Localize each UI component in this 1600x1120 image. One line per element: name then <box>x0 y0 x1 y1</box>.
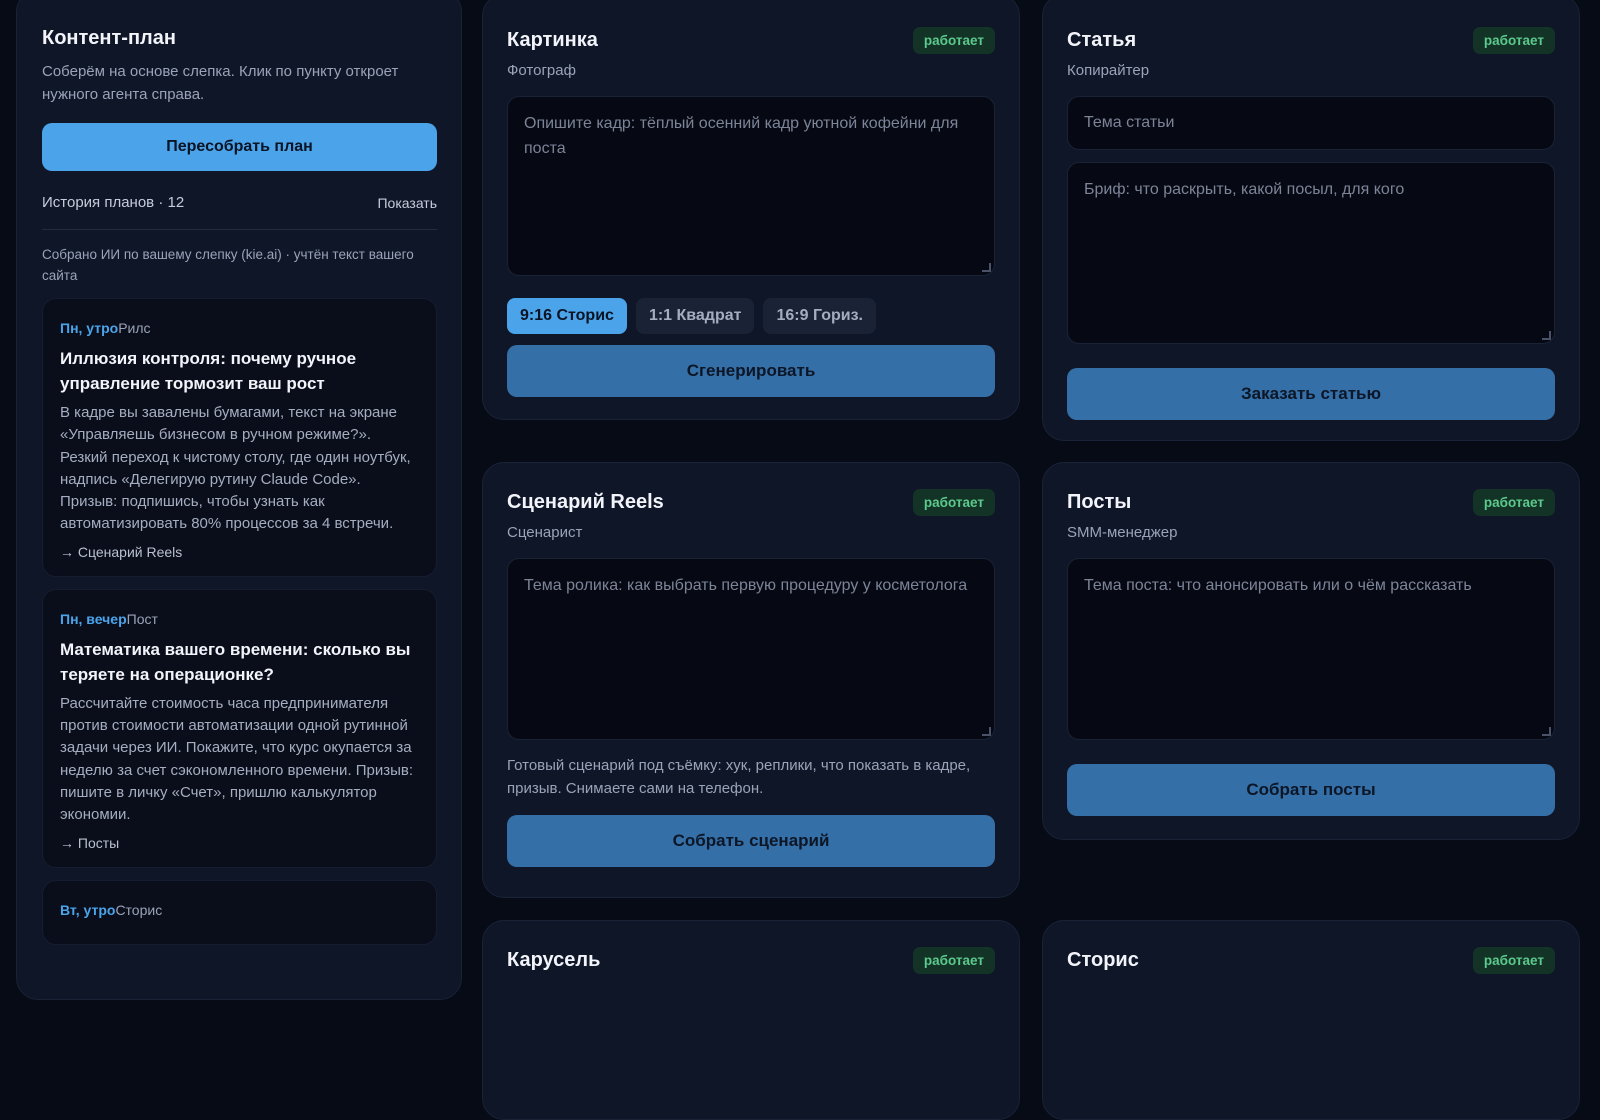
plan-item-when: Вт, утро <box>60 901 116 918</box>
plan-item-meta: Вт, утроСторис <box>60 902 420 918</box>
plan-history-label: История планов · 12 <box>42 194 185 211</box>
plan-item-type: Пост <box>126 610 158 627</box>
posts-card-title: Посты <box>1067 491 1132 513</box>
status-badge: работает <box>912 947 995 974</box>
article-topic-input[interactable] <box>1067 96 1555 150</box>
plan-item-type: Сторис <box>115 901 163 918</box>
plan-item[interactable]: Пн, утроРилс Иллюзия контроля: почему ру… <box>42 298 437 577</box>
posts-topic-input[interactable] <box>1067 558 1555 740</box>
generate-image-button[interactable]: Сгенерировать <box>507 345 995 397</box>
article-card-title: Статья <box>1067 29 1137 51</box>
reels-card-subtitle: Сценарист <box>507 524 583 541</box>
ratio-option-16-9[interactable]: 16:9 Гориз. <box>763 298 876 334</box>
status-badge: работает <box>1472 27 1555 54</box>
status-badge: работает <box>912 489 995 516</box>
resize-grip-icon[interactable] <box>1542 727 1551 736</box>
plan-item-type: Рилс <box>118 320 151 336</box>
status-badge: работает <box>1472 947 1555 974</box>
plan-item[interactable]: Вт, утроСторис <box>42 879 437 945</box>
content-plan-title: Контент-план <box>42 27 176 49</box>
plan-item-link[interactable]: → Посты <box>60 835 420 851</box>
status-badge: работает <box>1472 489 1555 516</box>
reels-hint: Готовый сценарий под съёмку: хук, реплик… <box>507 757 971 797</box>
plan-item-meta: Пн, утроРилс <box>60 320 420 336</box>
build-script-button[interactable]: Собрать сценарий <box>507 815 995 867</box>
image-card-title: Картинка <box>507 29 598 51</box>
reels-topic-input[interactable] <box>507 558 995 740</box>
stories-card-title: Сторис <box>1067 949 1139 971</box>
plan-item-text: В кадре вы завалены бумагами, текст на э… <box>60 404 411 533</box>
rebuild-plan-button[interactable]: Пересобрать план <box>42 123 437 171</box>
posts-agent-card: Посты работает SMM-менеджер Собрать пост… <box>1042 462 1580 840</box>
image-prompt-input[interactable] <box>507 96 995 276</box>
plan-item-title: Иллюзия контроля: почему ручное управлен… <box>60 349 357 393</box>
stories-agent-card: Сторис работает <box>1042 920 1580 1120</box>
plan-item-meta: Пн, вечерПост <box>60 611 420 627</box>
resize-grip-icon[interactable] <box>982 727 991 736</box>
resize-grip-icon[interactable] <box>1542 331 1551 340</box>
plan-item-when: Пн, вечер <box>60 610 127 627</box>
image-card-subtitle: Фотограф <box>507 62 576 79</box>
article-card-subtitle: Копирайтер <box>1067 62 1150 79</box>
article-agent-card: Статья работает Копирайтер Заказать стат… <box>1042 0 1580 441</box>
carousel-card-title: Карусель <box>507 949 601 971</box>
build-posts-button[interactable]: Собрать посты <box>1067 764 1555 816</box>
plan-item-when: Пн, утро <box>60 320 119 336</box>
article-brief-input[interactable] <box>1067 162 1555 344</box>
plan-item-title: Математика вашего времени: сколько вы те… <box>60 639 411 684</box>
content-plan-description: Соберём на основе слепка. Клик по пункту… <box>42 63 399 103</box>
image-agent-card: Картинка работает Фотограф 9:16 Сторис 1… <box>482 0 1020 420</box>
status-badge: работает <box>912 27 995 54</box>
posts-card-subtitle: SMM-менеджер <box>1067 524 1178 541</box>
ratio-option-1-1[interactable]: 1:1 Квадрат <box>635 298 755 334</box>
ratio-option-9-16[interactable]: 9:16 Сторис <box>507 298 627 334</box>
aspect-ratio-selector: 9:16 Сторис 1:1 Квадрат 16:9 Гориз. <box>507 298 995 334</box>
plan-history-show-link[interactable]: Показать <box>377 195 437 211</box>
plan-history-row: История планов · 12 Показать <box>42 194 437 230</box>
resize-grip-icon[interactable] <box>982 263 991 272</box>
plan-item[interactable]: Пн, вечерПост Математика вашего времени:… <box>42 588 437 868</box>
carousel-agent-card: Карусель работает <box>482 920 1020 1120</box>
plan-item-text: Рассчитайте стоимость часа предпринимате… <box>60 694 414 824</box>
reels-agent-card: Сценарий Reels работает Сценарист Готовы… <box>482 462 1020 898</box>
plan-item-link[interactable]: → Сценарий Reels <box>60 544 420 560</box>
ai-note: Собрано ИИ по вашему слепку (kie.ai) · у… <box>42 247 414 283</box>
reels-card-title: Сценарий Reels <box>507 491 664 513</box>
content-plan-panel: Контент-план Соберём на основе слепка. К… <box>16 0 462 1000</box>
order-article-button[interactable]: Заказать статью <box>1067 368 1555 420</box>
